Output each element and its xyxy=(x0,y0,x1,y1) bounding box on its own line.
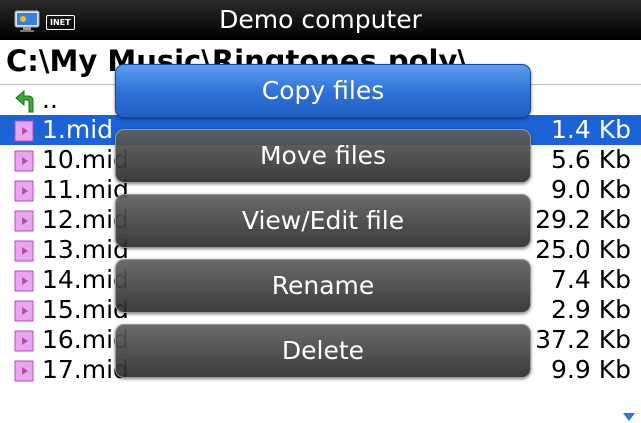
music-file-icon xyxy=(14,150,34,172)
file-size: 1.4 Kb xyxy=(551,115,631,144)
file-name: 1.mid xyxy=(42,115,114,144)
file-size: 25.0 Kb xyxy=(535,235,631,264)
file-size: 7.4 Kb xyxy=(551,265,631,294)
music-file-icon xyxy=(14,210,34,232)
file-size: 37.2 Kb xyxy=(535,325,631,354)
music-file-icon xyxy=(14,270,34,292)
copy-files-button[interactable]: Copy files xyxy=(115,64,531,118)
music-file-icon xyxy=(14,330,34,352)
window-title: Demo computer xyxy=(219,5,422,34)
file-size: 29.2 Kb xyxy=(535,205,631,234)
file-size: 9.9 Kb xyxy=(551,355,631,384)
music-file-icon xyxy=(14,360,34,382)
file-size: 9.0 Kb xyxy=(551,175,631,204)
delete-button[interactable]: Delete xyxy=(115,324,531,378)
title-bar: INET Demo computer xyxy=(0,0,641,40)
music-file-icon xyxy=(14,300,34,322)
up-arrow-icon xyxy=(15,89,34,113)
music-file-icon xyxy=(14,120,34,142)
music-file-icon xyxy=(14,180,34,202)
rename-button[interactable]: Rename xyxy=(115,259,531,313)
file-size: 5.6 Kb xyxy=(551,145,631,174)
music-file-icon xyxy=(14,240,34,262)
scroll-down-icon[interactable] xyxy=(623,413,635,421)
file-size: 2.9 Kb xyxy=(551,295,631,324)
view-edit-file-button[interactable]: View/Edit file xyxy=(115,194,531,248)
parent-directory-label: .. xyxy=(42,85,58,114)
move-files-button[interactable]: Move files xyxy=(115,129,531,183)
